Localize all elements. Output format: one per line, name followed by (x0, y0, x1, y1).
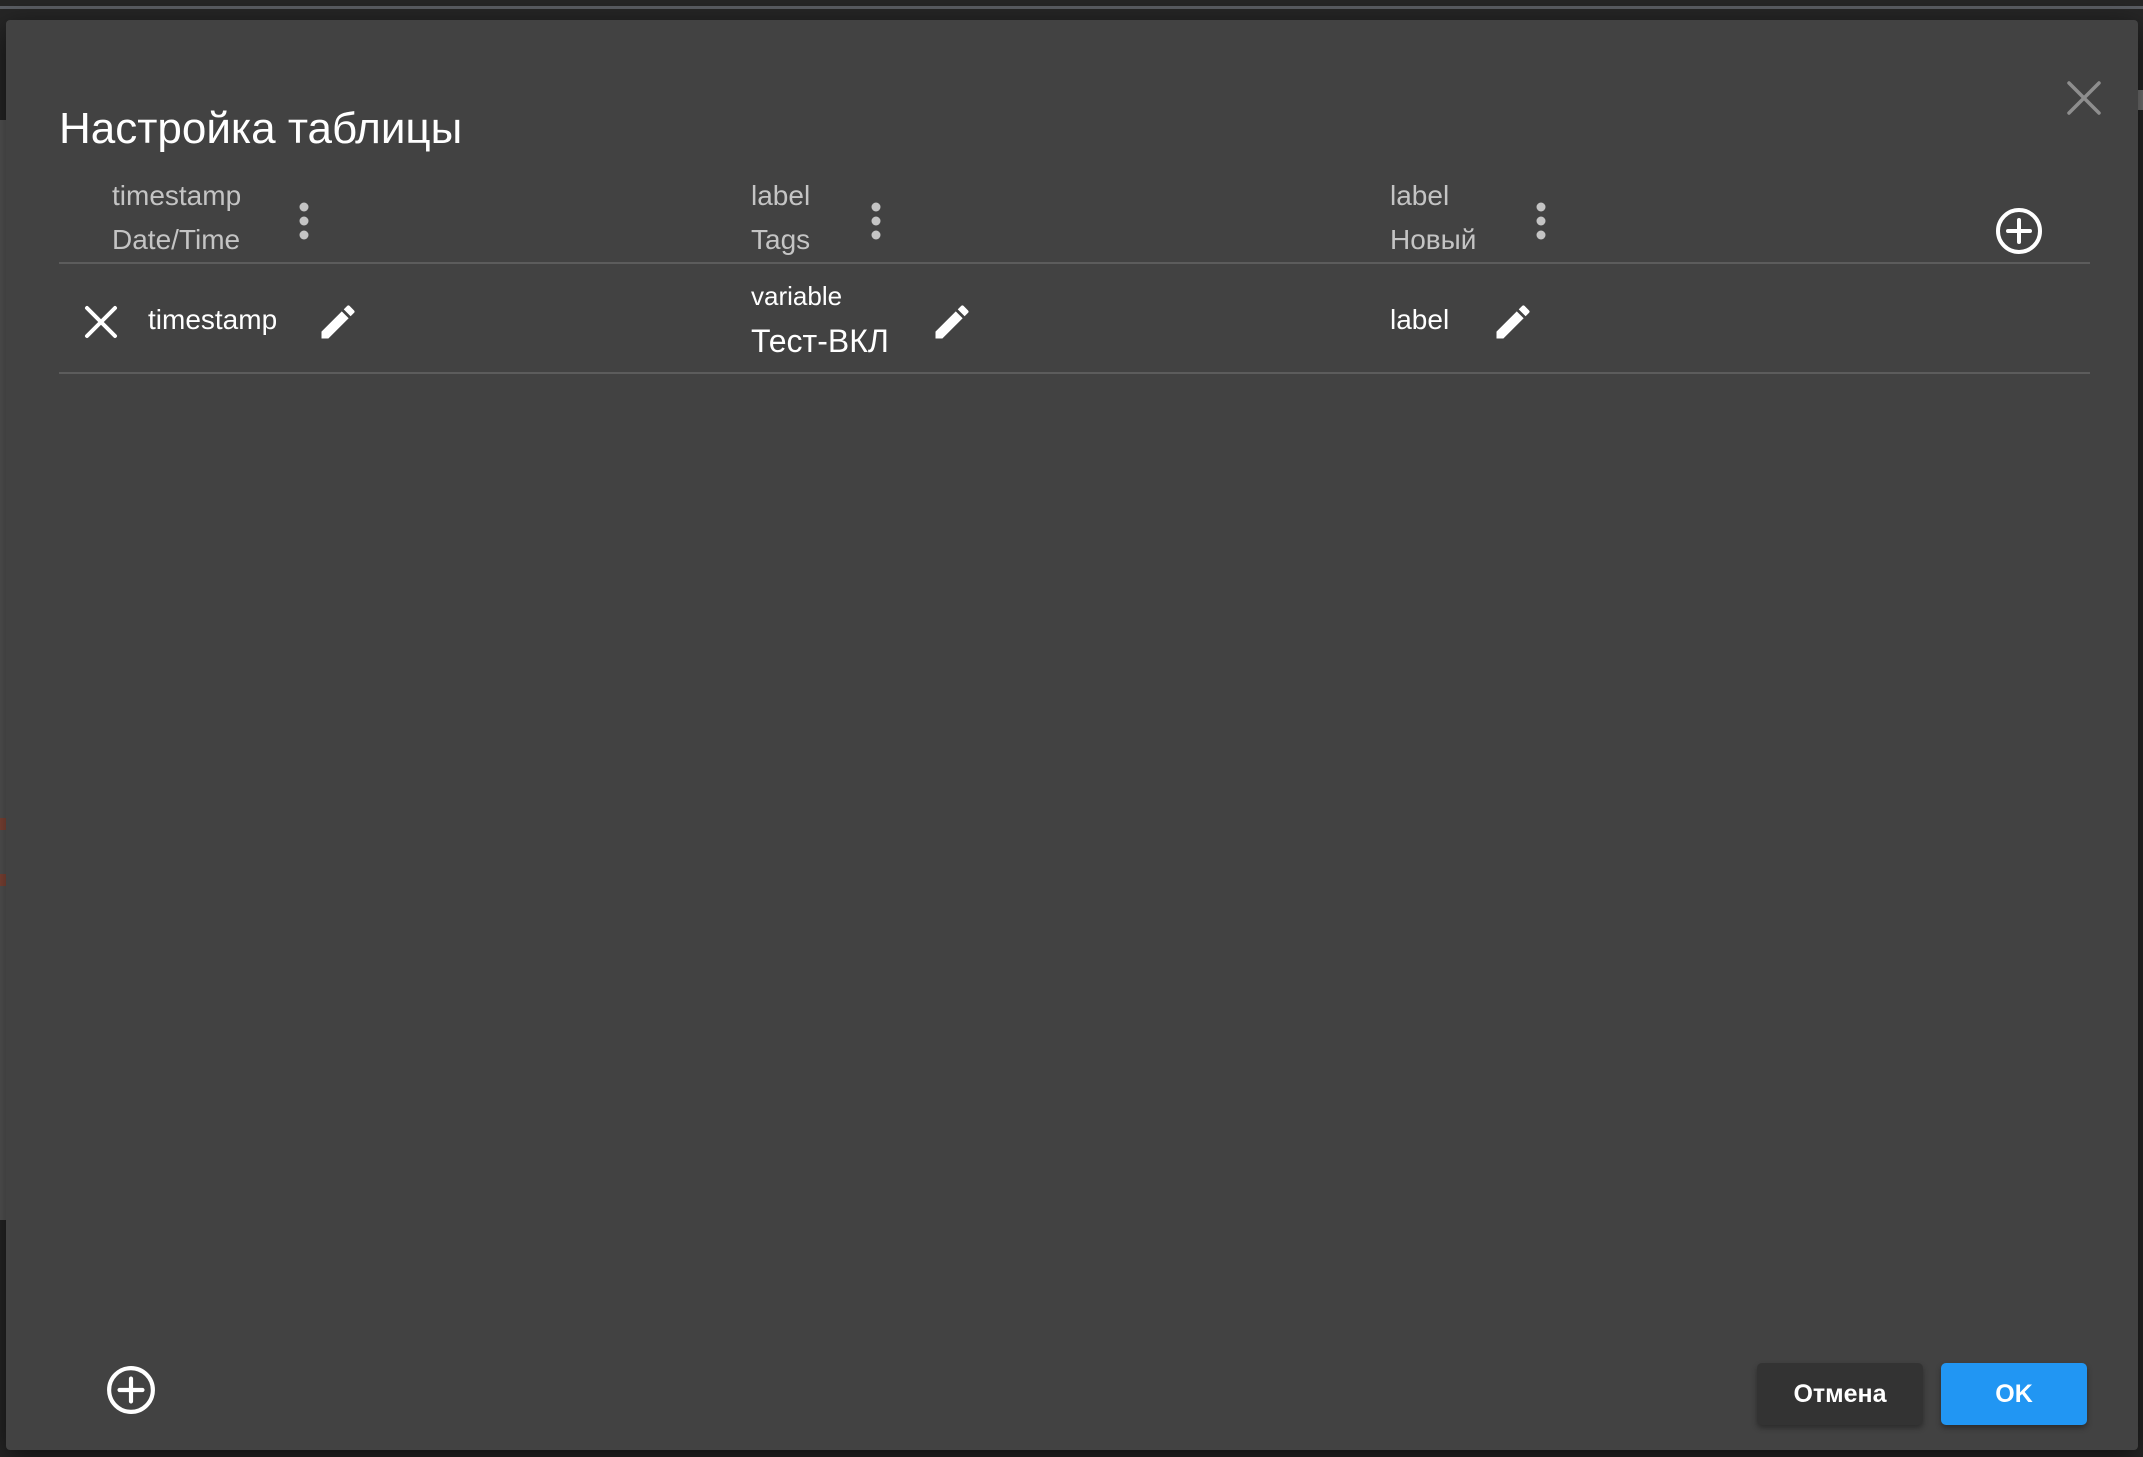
dialog-title: Настройка таблицы (59, 104, 463, 153)
edit-cell-button[interactable] (928, 298, 976, 346)
ok-button[interactable]: OK (1941, 1363, 2087, 1425)
column-field-name: label (1390, 180, 1450, 211)
more-vert-icon (1536, 202, 1546, 240)
close-icon (85, 306, 117, 338)
header-divider (59, 262, 2090, 264)
edit-cell-button[interactable] (314, 298, 362, 346)
column-field-name: label (751, 180, 811, 211)
add-circle-icon (107, 1366, 155, 1414)
column-header-label: Tags (751, 224, 811, 255)
close-button[interactable] (2060, 74, 2108, 122)
cancel-button[interactable]: Отмена (1757, 1363, 1923, 1425)
add-column-button[interactable] (1991, 203, 2047, 259)
more-vert-icon (871, 202, 881, 240)
pencil-icon (1496, 305, 1530, 339)
column-header-label: Новый (1390, 224, 1477, 255)
row-cell-value: Тест-ВКЛ (751, 323, 889, 359)
column-menu-button[interactable] (856, 191, 896, 251)
column-field-name: timestamp (112, 180, 242, 211)
row-cell-value: label (1390, 304, 1450, 335)
window-top-edge (0, 6, 2143, 9)
row-cell-value: timestamp (148, 304, 278, 335)
close-icon (2067, 81, 2101, 115)
add-circle-icon (1996, 208, 2042, 254)
column-header-label: Date/Time (112, 224, 241, 255)
column-menu-button[interactable] (1521, 191, 1561, 251)
row-divider (59, 372, 2090, 374)
add-row-button[interactable] (101, 1360, 161, 1420)
pencil-icon (935, 305, 969, 339)
table-settings-dialog: Настройка таблицы timestamp Date/Time la… (6, 20, 2138, 1450)
more-vert-icon (299, 202, 309, 240)
delete-row-button[interactable] (78, 299, 124, 345)
edit-cell-button[interactable] (1489, 298, 1537, 346)
column-menu-button[interactable] (284, 191, 324, 251)
pencil-icon (321, 305, 355, 339)
row-cell-type: variable (751, 281, 843, 311)
